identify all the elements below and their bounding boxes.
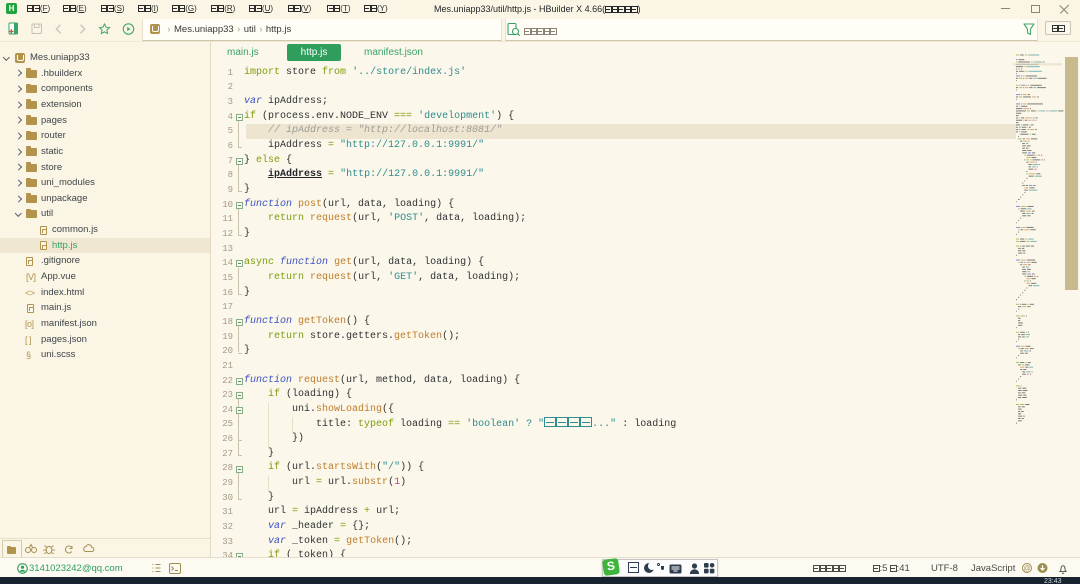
svg-text:@: @	[1023, 566, 1030, 573]
